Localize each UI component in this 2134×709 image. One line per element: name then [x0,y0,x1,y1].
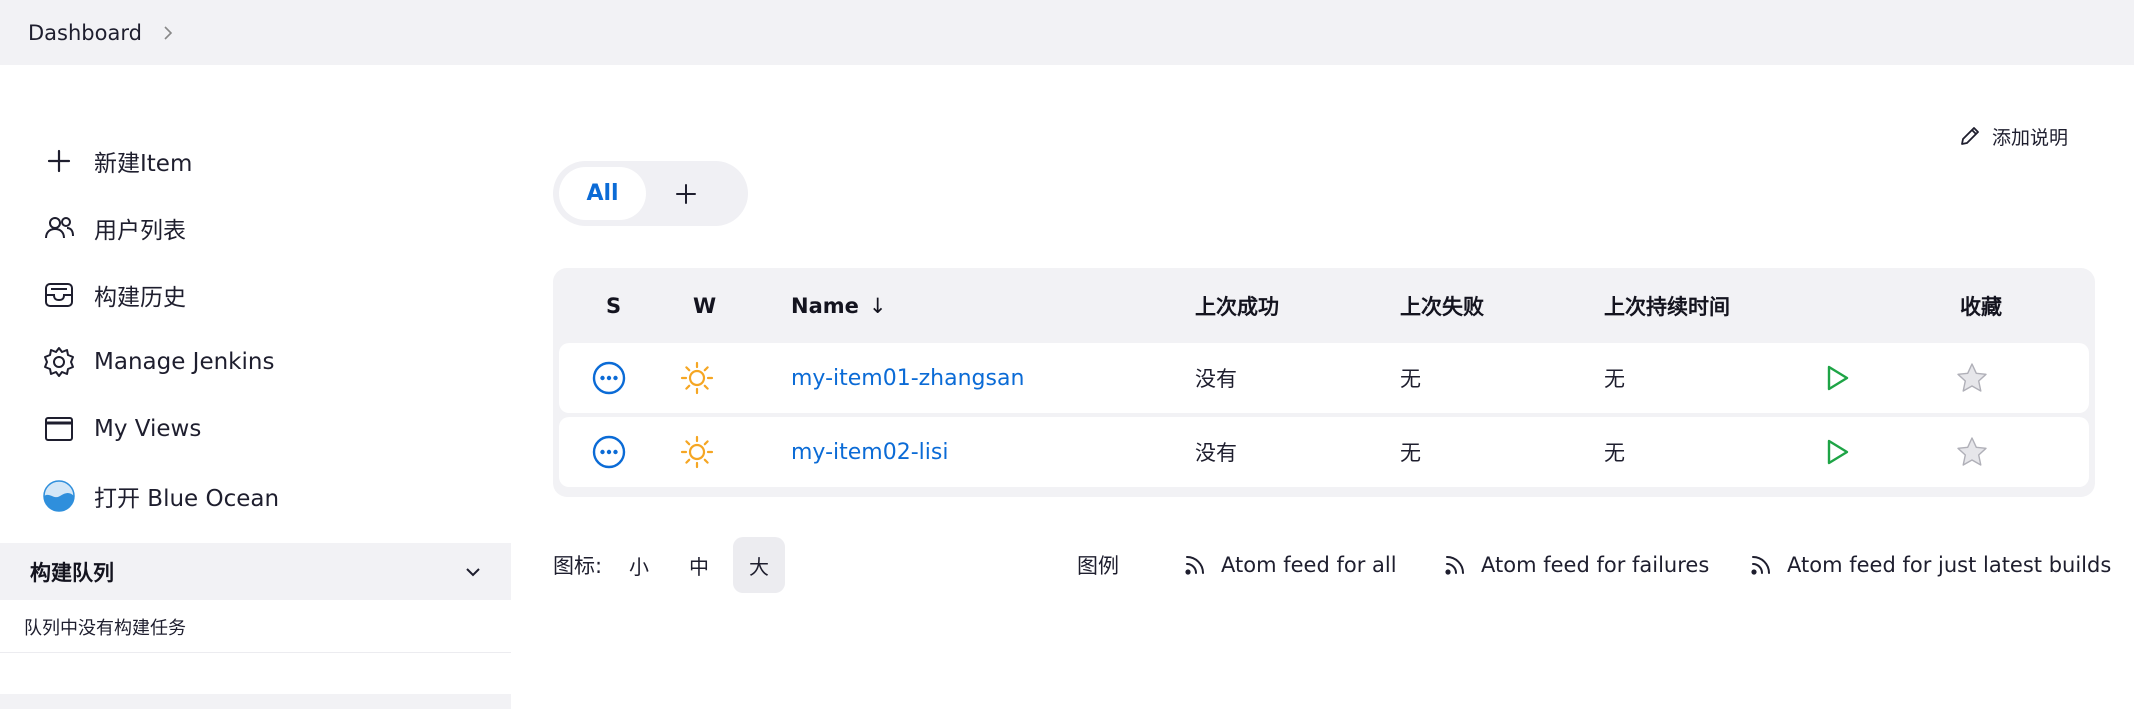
blue-ocean-icon [40,477,78,515]
last-success-value: 没有 [1195,441,1237,465]
column-header-last-success[interactable]: 上次成功 [1195,291,1279,321]
column-header-last-failure[interactable]: 上次失败 [1400,291,1484,321]
table-row: my-item01-zhangsan 没有 无 无 [559,343,2089,413]
plus-icon [676,183,696,204]
table-row: my-item02-lisi 没有 无 无 [559,417,2089,487]
sidebar-item-new-item[interactable]: 新建Item [40,137,192,185]
sort-arrow-icon: ↓ [868,294,887,318]
view-tabs: All [553,161,748,226]
sidebar-item-my-views[interactable]: My Views [40,405,201,453]
favorite-star-icon[interactable] [1955,343,1989,413]
build-queue-header[interactable]: 构建队列 [0,543,511,600]
status-not-built-icon[interactable] [592,417,626,487]
add-description-button[interactable]: 添加说明 [1958,118,2068,154]
last-duration-value: 无 [1604,367,1625,391]
build-queue-title: 构建队列 [30,560,114,585]
build-now-play-icon[interactable] [1822,417,1852,487]
last-failure-value: 无 [1400,367,1421,391]
job-link[interactable]: my-item02-lisi [791,440,948,465]
last-success-value: 没有 [1195,367,1237,391]
sidebar-item-label: Manage Jenkins [94,349,275,375]
chevron-right-icon[interactable] [160,25,176,41]
icon-size-label: 图标: [553,554,603,578]
build-now-play-icon[interactable] [1822,343,1852,413]
status-not-built-icon[interactable] [592,343,626,413]
add-description-label: 添加说明 [1992,126,2069,149]
atom-feed-all-label: Atom feed for all [1221,553,1397,577]
rss-icon [1445,556,1464,575]
gear-icon [40,343,78,381]
weather-sunny-icon[interactable] [680,343,714,413]
inbox-icon [40,276,78,314]
atom-feed-latest-builds-label: Atom feed for just latest builds [1787,553,2112,577]
rss-icon [1185,556,1204,575]
sidebar-item-label: 用户列表 [94,218,186,244]
job-link[interactable]: my-item01-zhangsan [791,366,1024,391]
last-duration-value: 无 [1604,441,1625,465]
column-header-name[interactable]: Name ↓ [791,291,886,321]
sidebar-item-label: 新建Item [94,151,193,177]
icon-size-large[interactable]: 大 [733,537,785,593]
breadcrumb: Dashboard [0,0,2134,65]
weather-sunny-icon[interactable] [680,417,714,487]
column-header-status[interactable]: S [606,291,621,321]
atom-feed-latest-builds-link[interactable]: Atom feed for just latest builds [1749,537,2111,593]
divider [0,652,511,653]
atom-feed-failures-label: Atom feed for failures [1481,553,1710,577]
sidebar-item-blue-ocean[interactable]: 打开 Blue Ocean [40,472,279,520]
executor-status-header[interactable] [0,694,511,709]
column-header-last-duration[interactable]: 上次持续时间 [1604,291,1730,321]
icon-size-small[interactable]: 小 [613,537,665,593]
sidebar-item-label: My Views [94,416,202,442]
breadcrumb-dashboard[interactable]: Dashboard [28,21,142,45]
pencil-icon [1961,127,1979,145]
favorite-star-icon[interactable] [1955,417,1989,487]
sidebar-item-label: 构建历史 [94,285,186,311]
column-header-favorite[interactable]: 收藏 [1960,291,2002,321]
sidebar-item-users[interactable]: 用户列表 [40,204,186,252]
column-header-weather[interactable]: W [693,291,716,321]
projectstatus-table: S W Name ↓ 上次成功 上次失败 上次持续时间 收藏 my-item01… [553,268,2095,497]
window-icon [40,410,78,448]
tab-all[interactable]: All [559,167,646,220]
rss-icon [1751,556,1770,575]
column-header-name-label: Name [791,294,859,318]
plus-icon [40,142,78,180]
last-failure-value: 无 [1400,441,1421,465]
sidebar-item-build-history[interactable]: 构建历史 [40,271,186,319]
sidebar: 新建Item 用户列表 构建历史 Manage Jenkins My Views… [0,65,511,709]
table-footer: 图标: 小 中 大 图例 Atom feed for all Atom feed… [553,537,2111,593]
sidebar-item-manage-jenkins[interactable]: Manage Jenkins [40,338,274,386]
new-view-button[interactable] [646,167,726,220]
chevron-down-icon[interactable] [463,562,483,582]
atom-feed-failures-link[interactable]: Atom feed for failures [1443,537,1709,593]
build-queue-empty-text: 队列中没有构建任务 [24,618,186,639]
atom-feed-all-link[interactable]: Atom feed for all [1183,537,1397,593]
users-icon [40,209,78,247]
legend-link[interactable]: 图例 [1077,537,1119,593]
sidebar-item-label: 打开 Blue Ocean [94,486,280,512]
icon-size-medium[interactable]: 中 [673,537,725,593]
